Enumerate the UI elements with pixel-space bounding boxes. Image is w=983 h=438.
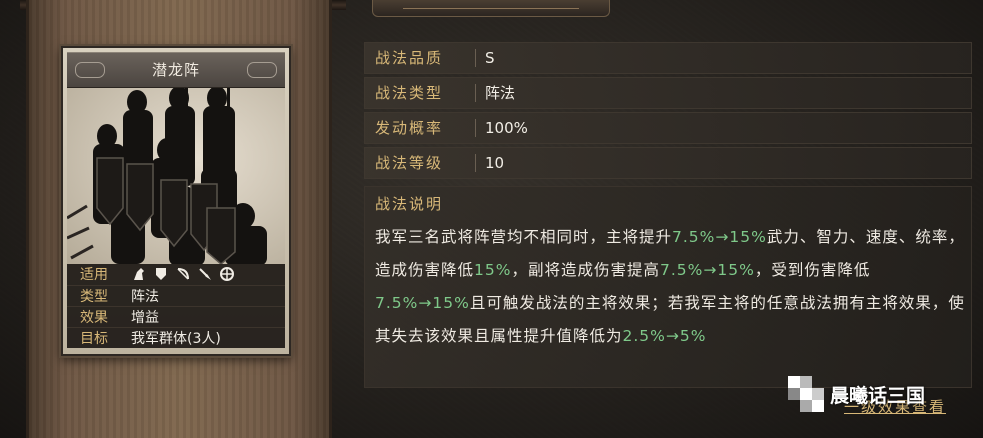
description-body: 我军三名武将阵营均不相同时，主将提升7.5%→15%武力、智力、速度、统率，造成…	[375, 221, 965, 353]
info-key-effect: 效果	[80, 310, 108, 326]
stat-row-level: 战法等级 10	[364, 147, 972, 179]
tactic-card[interactable]: 潜龙阵 适用 类型 阵法 效果 增益 目标 我军群体(3人)	[61, 46, 291, 356]
info-value-type: 阵法	[131, 289, 159, 305]
info-row-target: 目标 我军群体(3人)	[67, 327, 285, 348]
wheel-siege-icon	[219, 266, 235, 282]
desc-highlight: 7.5%→15%	[672, 228, 767, 246]
stat-label-quality: 战法品质	[375, 49, 444, 67]
info-key-type: 类型	[80, 289, 108, 305]
desc-segment: 我军三名武将阵营均不相同时，主将提升	[375, 228, 673, 246]
stat-value-quality: S	[485, 49, 495, 67]
desc-segment: ，受到伤害降低	[754, 261, 871, 279]
description-title: 战法说明	[375, 195, 444, 213]
divider	[475, 84, 476, 102]
stat-row-type: 战法类型 阵法	[364, 77, 972, 109]
stat-value-probability: 100%	[485, 119, 528, 137]
top-tab-decoration	[372, 0, 610, 17]
info-value-target: 我军群体(3人)	[131, 331, 221, 347]
watermark-text: 晨曦话三国	[830, 384, 926, 407]
divider	[475, 119, 476, 137]
desc-highlight: 15%	[474, 261, 512, 279]
divider	[475, 49, 476, 67]
info-value-effect: 增益	[131, 310, 159, 326]
desc-highlight: 7.5%→15%	[659, 261, 755, 279]
info-row-effect: 效果 增益	[67, 306, 285, 327]
spear-icon	[197, 266, 213, 282]
stat-row-quality: 战法品质 S	[364, 42, 972, 74]
card-info-table: 适用 类型 阵法 效果 增益 目标 我军群体(3人)	[67, 264, 285, 348]
stat-label-type: 战法类型	[375, 84, 444, 102]
description-panel: 战法说明 我军三名武将阵营均不相同时，主将提升7.5%→15%武力、智力、速度、…	[364, 186, 972, 388]
card-title: 潜龙阵	[67, 52, 285, 88]
stat-row-probability: 发动概率 100%	[364, 112, 972, 144]
desc-segment: ，副将造成伤害提高	[511, 261, 660, 279]
watermark-logo-icon	[788, 376, 824, 412]
desc-highlight: 7.5%→15%	[375, 294, 470, 312]
stat-value-type: 阵法	[485, 84, 516, 102]
horse-cavalry-icon	[131, 266, 147, 282]
watermark: 晨曦话三国	[788, 376, 925, 412]
info-row-type: 类型 阵法	[67, 285, 285, 306]
bow-archer-icon	[175, 266, 191, 282]
stat-label-probability: 发动概率	[375, 119, 444, 137]
desc-highlight: 2.5%→5%	[622, 327, 707, 345]
info-key-target: 目标	[80, 331, 108, 347]
applicable-troop-icons	[121, 266, 235, 282]
soldiers-silhouette-icon	[67, 88, 267, 264]
soldiers-artwork	[67, 88, 285, 264]
stat-label-level: 战法等级	[375, 154, 444, 172]
divider	[475, 154, 476, 172]
info-key-applicable: 适用	[80, 267, 108, 283]
info-row-applicable: 适用	[67, 264, 285, 284]
shield-infantry-icon	[153, 266, 169, 282]
stat-value-level: 10	[485, 154, 505, 172]
